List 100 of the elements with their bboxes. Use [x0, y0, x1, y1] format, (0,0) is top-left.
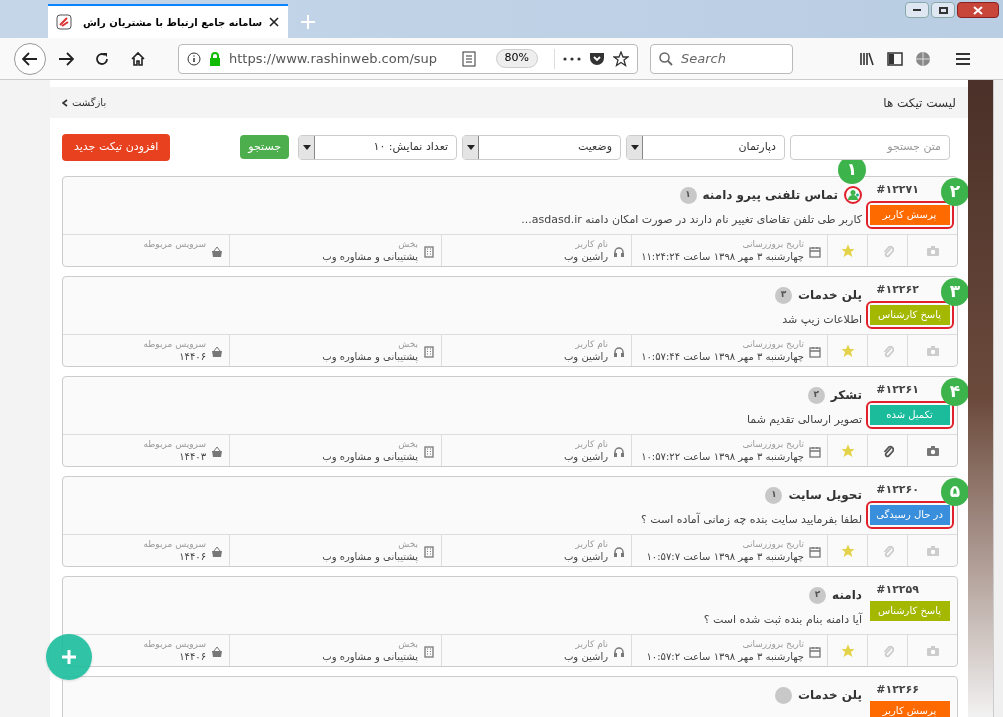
star-icon[interactable]: [613, 50, 629, 67]
ticket-id: #۱۲۲۶۶: [876, 682, 919, 698]
ticket-card[interactable]: [62, 176, 958, 267]
close-icon: [973, 5, 983, 15]
ticket-id: #۱۲۲۶۱: [876, 382, 919, 398]
info-icon[interactable]: [187, 51, 201, 66]
reply-count: ۳: [775, 286, 793, 304]
field-label: تاریخ بروزرسانی: [742, 338, 804, 350]
back-arrow-icon: [22, 51, 38, 66]
pocket-icon[interactable]: [589, 51, 605, 66]
department-select[interactable]: دپارتمان: [626, 134, 785, 160]
headset-icon: [613, 246, 625, 258]
reply-count: ۲: [807, 386, 825, 404]
ticket-title: دامنه: [832, 587, 862, 604]
star-icon: [840, 643, 855, 658]
status-select[interactable]: وضعیت: [462, 134, 621, 160]
basket-icon: [211, 346, 223, 358]
reply-count: ۱: [765, 486, 783, 504]
field-label: بخش: [398, 538, 418, 550]
field-value: راشین وب: [563, 550, 608, 564]
headset-icon: [613, 446, 625, 458]
close-icon[interactable]: [268, 16, 280, 28]
ticket-title: تماس تلفنی پیرو دامنه: [702, 187, 838, 204]
ticket-title: پلن خدمات: [798, 287, 862, 304]
search-field[interactable]: Search: [650, 43, 793, 74]
star-icon: [840, 443, 855, 458]
more-icon[interactable]: [563, 56, 581, 61]
reader-view-icon[interactable]: [461, 50, 476, 67]
browser-tab[interactable]: سامانه جامع ارتباط با مشتریان راش: [48, 4, 288, 38]
field-value: پشتیبانی و مشاوره وب: [322, 650, 418, 664]
ticket-card[interactable]: #۱۲۲۵۹ پاسخ کارشناس دامنه ۲ آیا دامنه بنام بنده ثبت شده است ؟ تاریخ بروزرسانی چهارشنبه ۳ مهر ۱۳۹۸ ساعت ۱۰:۵۷:۲ نام کاربر راشین وب بخش پشتیبانی و مشاوره وب سرویس مربوطه ۱۴۴۰۶: [62, 576, 958, 667]
globe-icon[interactable]: [915, 50, 931, 67]
maximize-button[interactable]: [931, 2, 955, 18]
ticket-id: #۱۲۲۶۲: [876, 282, 919, 298]
field-label: نام کاربر: [575, 238, 608, 250]
zoom-badge[interactable]: 80%: [495, 49, 538, 68]
new-ticket-button[interactable]: افزودن تیکت جدید: [62, 133, 171, 161]
basket-icon: [211, 546, 223, 558]
logo-icon: [56, 14, 72, 30]
ticket-title: پلن خدمات: [798, 687, 862, 704]
star-icon: [840, 343, 855, 358]
ticket-title: تشکر: [830, 387, 862, 404]
headset-icon: [613, 346, 625, 358]
field-value: ۱۴۴۰۶: [179, 650, 206, 664]
menu-icon[interactable]: [955, 51, 971, 66]
close-window-button[interactable]: [957, 2, 999, 18]
star-icon: [840, 543, 855, 558]
field-value: پشتیبانی و مشاوره وب: [322, 250, 418, 264]
home-icon[interactable]: [130, 50, 146, 67]
sidebar-icon[interactable]: [887, 51, 903, 66]
status-badge: پاسخ کارشناس: [869, 304, 950, 325]
field-label: سرویس مربوطه: [143, 538, 206, 550]
user-add-icon: [847, 189, 859, 201]
calendar-icon: [809, 646, 821, 658]
status-badge: در حال رسیدگی: [869, 504, 950, 525]
reply-count: ۱: [679, 186, 697, 204]
field-value: راشین وب: [563, 250, 608, 264]
address-bar[interactable]: https://www.rashinweb.com/sup 80%: [178, 43, 638, 74]
field-label: تاریخ بروزرسانی: [742, 438, 804, 450]
ticket-card[interactable]: #۱۲۲۶۶ پرسش کاربر پلن خدمات: [62, 676, 958, 717]
field-value: ۱۴۴۰۶: [179, 350, 206, 364]
reload-icon[interactable]: [94, 50, 110, 67]
callout-number: ۴: [941, 378, 968, 406]
basket-icon: [211, 446, 223, 458]
back-link[interactable]: بازگشت: [62, 95, 107, 110]
field-value: پشتیبانی و مشاوره وب: [322, 450, 418, 464]
star-icon: [840, 243, 855, 258]
field-value: چهارشنبه ۳ مهر ۱۳۹۸ ساعت ۱۰:۵۷:۲۲: [641, 450, 804, 464]
dropdown-arrow-icon: [302, 144, 311, 150]
field-value: راشین وب: [563, 650, 608, 664]
ticket-description: آیا دامنه بنام بنده ثبت شده است ؟: [702, 612, 862, 628]
dropdown-arrow-icon: [466, 144, 475, 150]
callout-number: ۵: [941, 478, 968, 506]
ticket-description: لطفا بفرمایید سایت بنده چه زمانی آماده است ؟: [639, 512, 862, 528]
tab-title: سامانه جامع ارتباط با مشتریان راش: [81, 15, 262, 30]
ticket-description: کاربر طی تلفن تقاضای تغییر نام دارند در صورت امکان دامنه asdasd.ir...: [520, 212, 862, 228]
building-icon: [423, 546, 435, 558]
page-title: لیست تیکت ها: [883, 94, 956, 112]
field-label: بخش: [398, 438, 418, 450]
headset-icon: [613, 546, 625, 558]
building-icon: [423, 246, 435, 258]
field-label: تاریخ بروزرسانی: [742, 238, 804, 250]
back-button[interactable]: [14, 42, 46, 75]
status-badge: پاسخ کارشناس: [869, 600, 950, 621]
library-icon[interactable]: [859, 51, 875, 66]
status-badge: پرسش کاربر: [869, 204, 950, 225]
search-placeholder: Search: [681, 49, 726, 68]
minimize-icon: [913, 9, 921, 11]
page-size-select[interactable]: تعداد نمایش: ۱۰: [298, 134, 457, 160]
field-value: پشتیبانی و مشاوره وب: [322, 350, 418, 364]
basket-icon: [211, 646, 223, 658]
headset-icon: [613, 646, 625, 658]
chevron-icon: [62, 98, 68, 107]
field-label: نام کاربر: [575, 638, 608, 650]
field-value: راشین وب: [563, 450, 608, 464]
minimize-button[interactable]: [905, 2, 929, 18]
forward-icon[interactable]: [58, 51, 74, 66]
callout-number: ۲: [941, 178, 968, 206]
basket-icon: [211, 246, 223, 258]
field-label: سرویس مربوطه: [143, 438, 206, 450]
